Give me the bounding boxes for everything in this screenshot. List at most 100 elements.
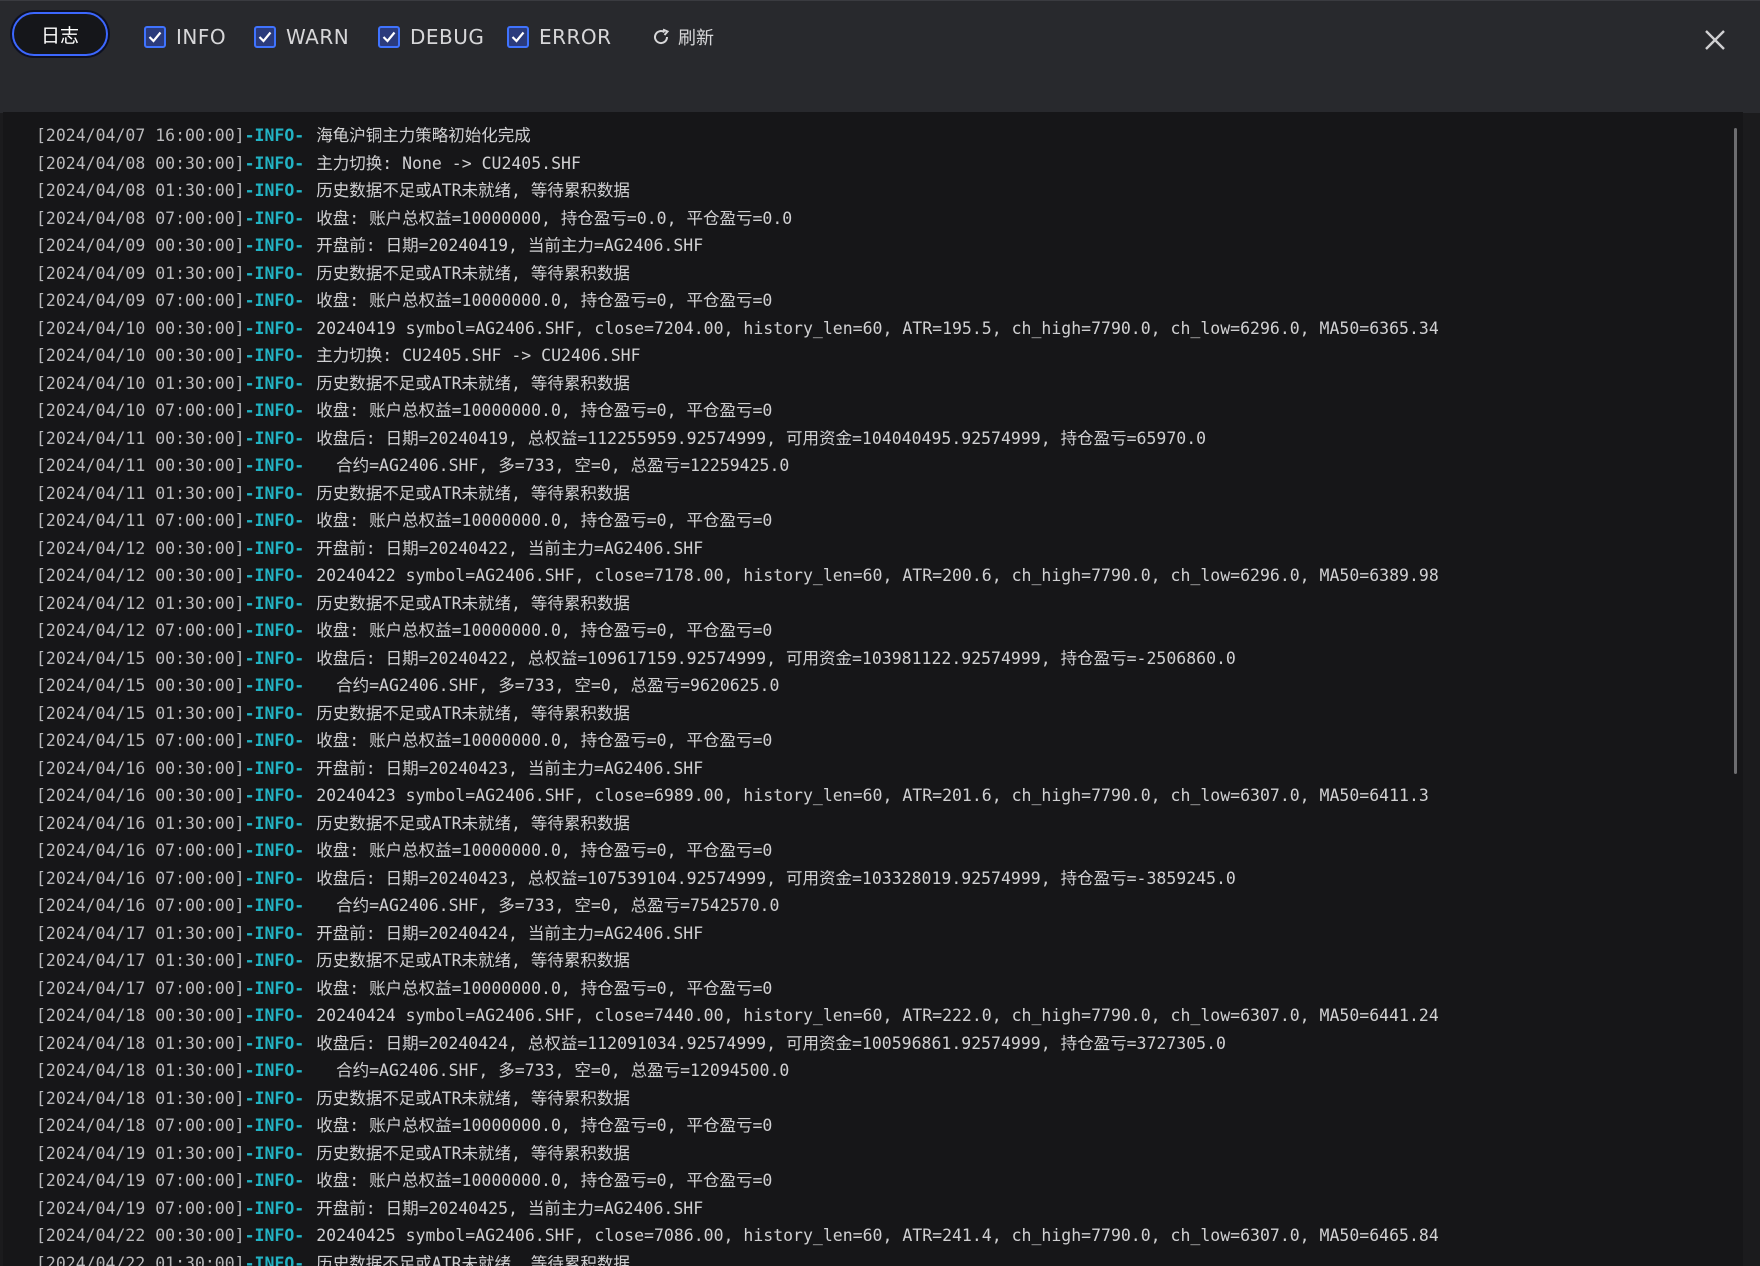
log-row: [2024/04/19 07:00:00]-INFO- 开盘前: 日期=20240… bbox=[36, 1195, 1723, 1223]
log-message: 收盘后: 日期=20240422, 总权益=109617159.92574999… bbox=[316, 648, 1236, 668]
log-message: 收盘: 账户总权益=10000000.0, 持仓盈亏=0, 平仓盈亏=0 bbox=[316, 978, 773, 998]
log-row: [2024/04/07 16:00:00]-INFO- 海龟沪铜主力策略初始化完成 bbox=[36, 122, 1723, 150]
log-level: -INFO- bbox=[244, 236, 305, 255]
log-level: -INFO- bbox=[244, 401, 305, 420]
log-level: -INFO- bbox=[244, 181, 305, 200]
log-row: [2024/04/11 00:30:00]-INFO- 合约=AG2406.SH… bbox=[36, 452, 1723, 480]
log-message: 历史数据不足或ATR未就绪, 等待累积数据 bbox=[316, 951, 630, 970]
log-row: [2024/04/15 00:30:00]-INFO- 合约=AG2406.SH… bbox=[36, 672, 1723, 700]
log-message: 收盘: 账户总权益=10000000.0, 持仓盈亏=0, 平仓盈亏=0 bbox=[316, 1116, 773, 1135]
log-row: [2024/04/19 07:00:00]-INFO- 收盘: 账户总权益=100… bbox=[36, 1167, 1723, 1195]
log-row: [2024/04/16 00:30:00]-INFO- 开盘前: 日期=20240… bbox=[36, 755, 1723, 783]
scrollbar[interactable] bbox=[1734, 128, 1737, 774]
log-timestamp: [2024/04/19 07:00:00] bbox=[36, 1198, 245, 1218]
log-level: -INFO- bbox=[244, 786, 305, 805]
log-row: [2024/04/08 00:30:00]-INFO- 主力切换: None ->… bbox=[36, 150, 1723, 178]
log-row: [2024/04/09 07:00:00]-INFO- 收盘: 账户总权益=100… bbox=[36, 287, 1723, 315]
log-level: -INFO- bbox=[244, 1226, 305, 1245]
log-message: 历史数据不足或ATR未就绪, 等待累积数据 bbox=[316, 181, 630, 200]
log-row: [2024/04/16 07:00:00]-INFO- 收盘后: 日期=20240… bbox=[36, 865, 1723, 893]
log-timestamp: [2024/04/12 00:30:00] bbox=[36, 566, 245, 585]
log-level: -INFO- bbox=[244, 566, 305, 585]
log-level: -INFO- bbox=[244, 621, 305, 640]
log-row: [2024/04/15 07:00:00]-INFO- 收盘: 账户总权益=100… bbox=[36, 727, 1723, 755]
log-panel: [2024/04/07 16:00:00] -INFO- 海龟沪铜主力策略初始化完成… bbox=[3, 112, 1743, 1266]
log-message: 合约=AG2406.SHF, 多=733, 空=0, 总盈亏=9620625.0 bbox=[316, 676, 780, 695]
log-row: [2024/04/12 07:00:00]-INFO- 收盘: 账户总权益=100… bbox=[36, 617, 1723, 645]
log-timestamp: [2024/04/15 00:30:00] bbox=[36, 676, 245, 695]
log-message: 历史数据不足或ATR未就绪, 等待累积数据 bbox=[316, 703, 630, 723]
log-row: [2024/04/09 00:30:00]-INFO- 开盘前: 日期=20240… bbox=[36, 232, 1723, 260]
log-timestamp: [2024/04/09 07:00:00] bbox=[36, 291, 245, 310]
log-message: 历史数据不足或ATR未就绪, 等待累积数据 bbox=[316, 483, 630, 503]
log-level: -INFO- bbox=[244, 538, 305, 558]
log-timestamp: [2024/04/17 01:30:00] bbox=[36, 951, 245, 970]
log-timestamp: [2024/04/12 07:00:00] bbox=[36, 621, 245, 640]
log-row: [2024/04/15 01:30:00]-INFO- 历史数据不足或ATR未就绪… bbox=[36, 700, 1723, 728]
log-timestamp: [2024/04/17 07:00:00] bbox=[36, 978, 245, 998]
log-timestamp: [2024/04/07 16:00:00] bbox=[36, 126, 245, 145]
log-message: 合约=AG2406.SHF, 多=733, 空=0, 总盈亏=7542570.0 bbox=[316, 896, 780, 915]
refresh-label: 刷新 bbox=[678, 28, 714, 49]
log-row: [2024/04/15 00:30:00]-INFO- 收盘后: 日期=20240… bbox=[36, 645, 1723, 673]
refresh-button[interactable]: 刷新 bbox=[651, 23, 714, 51]
log-row: [2024/04/16 01:30:00]-INFO- 历史数据不足或ATR未就绪… bbox=[36, 810, 1723, 838]
log-message: 主力切换: None -> CU2405.SHF bbox=[316, 153, 581, 173]
log-timestamp: [2024/04/09 00:30:00] bbox=[36, 236, 245, 255]
log-row: [2024/04/18 01:30:00]-INFO- 合约=AG2406.SH… bbox=[36, 1057, 1723, 1085]
log-level: -INFO- bbox=[244, 1116, 305, 1135]
log-level: -INFO- bbox=[244, 731, 305, 750]
log-level: -INFO- bbox=[244, 813, 305, 833]
log-timestamp: [2024/04/10 01:30:00] bbox=[36, 373, 245, 393]
log-level: -INFO- bbox=[244, 978, 305, 998]
log-tab-button[interactable]: 日志 bbox=[12, 12, 108, 56]
log-row: [2024/04/16 07:00:00]-INFO- 合约=AG2406.SH… bbox=[36, 892, 1723, 920]
log-timestamp: [2024/04/16 00:30:00] bbox=[36, 758, 245, 778]
log-toolbar: 日志 INFO WARN DEBUG ERROR 刷新 bbox=[0, 0, 1760, 113]
log-message: 历史数据不足或ATR未就绪, 等待累积数据 bbox=[316, 813, 630, 833]
log-row: [2024/04/08 07:00:00]-INFO- 收盘: 账户总权益=100… bbox=[36, 205, 1723, 233]
log-level: -INFO- bbox=[244, 456, 305, 475]
log-row: [2024/04/18 01:30:00]-INFO- 历史数据不足或ATR未就绪… bbox=[36, 1085, 1723, 1113]
log-level: -INFO- bbox=[244, 373, 305, 393]
log-row: [2024/04/18 00:30:00]-INFO- 20240424 symb… bbox=[36, 1002, 1723, 1030]
log-timestamp: [2024/04/11 01:30:00] bbox=[36, 483, 245, 503]
log-row: [2024/04/11 07:00:00]-INFO- 收盘: 账户总权益=100… bbox=[36, 507, 1723, 535]
log-message: 历史数据不足或ATR未就绪, 等待累积数据 bbox=[316, 263, 630, 283]
log-message: 收盘: 账户总权益=10000000, 持仓盈亏=0.0, 平仓盈亏=0.0 bbox=[316, 208, 793, 228]
log-timestamp: [2024/04/11 07:00:00] bbox=[36, 511, 245, 530]
log-row: [2024/04/11 01:30:00]-INFO- 历史数据不足或ATR未就绪… bbox=[36, 480, 1723, 508]
log-message: 收盘后: 日期=20240424, 总权益=112091034.92574999… bbox=[316, 1033, 1226, 1053]
log-level: -INFO- bbox=[244, 896, 305, 915]
log-message: 收盘后: 日期=20240419, 总权益=112255959.92574999… bbox=[316, 428, 1207, 448]
log-row: [2024/04/12 00:30:00]-INFO- 开盘前: 日期=20240… bbox=[36, 535, 1723, 563]
log-timestamp: [2024/04/15 01:30:00] bbox=[36, 703, 245, 723]
close-button[interactable] bbox=[1700, 25, 1730, 55]
log-level: -INFO- bbox=[244, 126, 305, 145]
log-row: [2024/04/17 01:30:00]-INFO- 开盘前: 日期=20240… bbox=[36, 920, 1723, 948]
checkbox-checked-icon bbox=[144, 26, 166, 48]
filter-warn-checkbox[interactable]: WARN bbox=[254, 23, 349, 51]
log-level: -INFO- bbox=[244, 1253, 305, 1266]
filter-info-checkbox[interactable]: INFO bbox=[144, 23, 226, 51]
log-timestamp: [2024/04/08 00:30:00] bbox=[36, 153, 245, 173]
filter-error-checkbox[interactable]: ERROR bbox=[507, 23, 612, 51]
log-message: 历史数据不足或ATR未就绪, 等待累积数据 bbox=[316, 373, 630, 393]
filter-debug-checkbox[interactable]: DEBUG bbox=[378, 23, 484, 51]
log-message: 开盘前: 日期=20240419, 当前主力=AG2406.SHF bbox=[316, 236, 704, 255]
log-timestamp: [2024/04/16 00:30:00] bbox=[36, 786, 245, 805]
log-level: -INFO- bbox=[244, 263, 305, 283]
checkbox-checked-icon bbox=[507, 26, 529, 48]
log-message: 历史数据不足或ATR未就绪, 等待累积数据 bbox=[316, 1143, 630, 1163]
log-row: [2024/04/10 01:30:00]-INFO- 历史数据不足或ATR未就绪… bbox=[36, 370, 1723, 398]
log-timestamp: [2024/04/18 01:30:00] bbox=[36, 1061, 245, 1080]
log-timestamp: [2024/04/08 01:30:00] bbox=[36, 181, 245, 200]
log-message: 收盘: 账户总权益=10000000.0, 持仓盈亏=0, 平仓盈亏=0 bbox=[316, 731, 773, 750]
log-message: 收盘: 账户总权益=10000000.0, 持仓盈亏=0, 平仓盈亏=0 bbox=[316, 511, 773, 530]
log-row: [2024/04/16 00:30:00]-INFO- 20240423 symb… bbox=[36, 782, 1723, 810]
log-message: 开盘前: 日期=20240424, 当前主力=AG2406.SHF bbox=[316, 923, 704, 943]
log-timestamp: [2024/04/19 07:00:00] bbox=[36, 1171, 245, 1190]
filter-label: WARN bbox=[286, 25, 350, 49]
log-message: 开盘前: 日期=20240425, 当前主力=AG2406.SHF bbox=[316, 1198, 704, 1218]
log-message: 历史数据不足或ATR未就绪, 等待累积数据 bbox=[316, 1088, 630, 1108]
